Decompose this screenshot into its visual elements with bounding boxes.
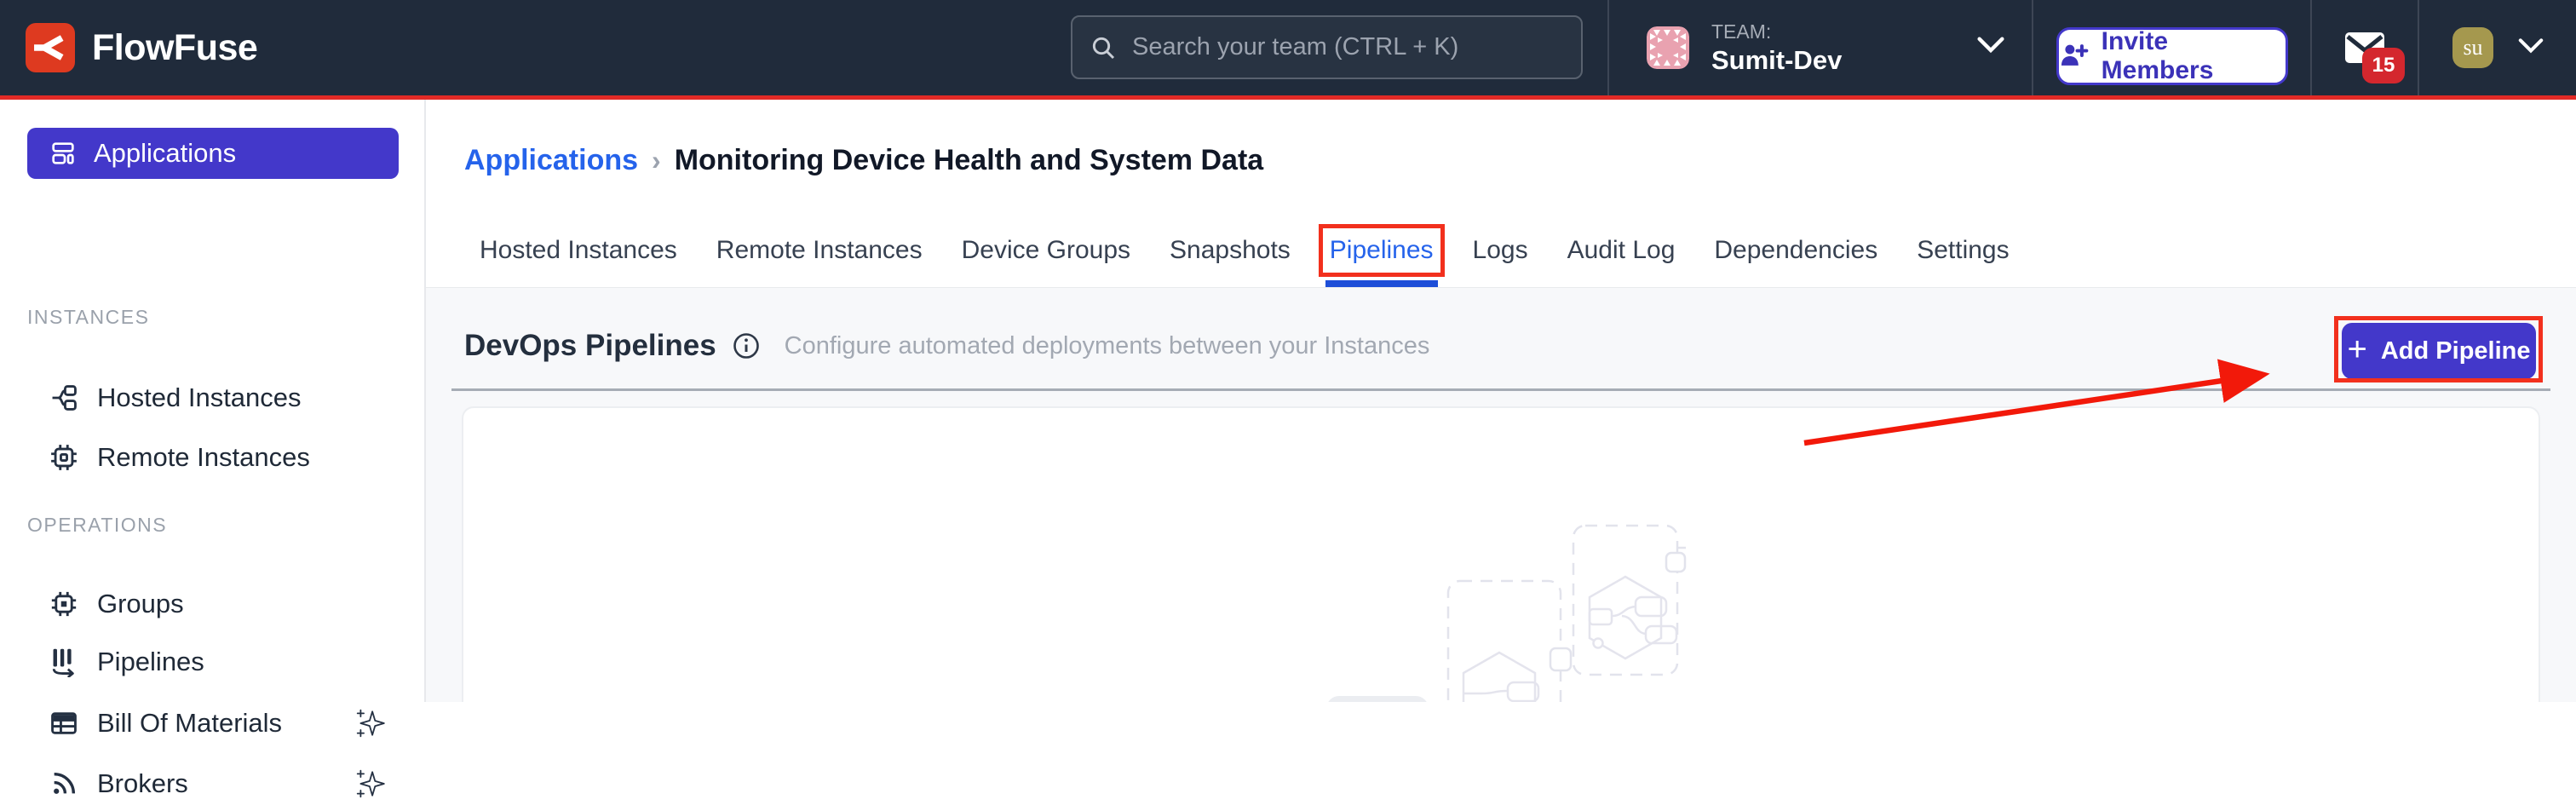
section-divider (451, 388, 2550, 391)
search-input[interactable] (1130, 32, 1564, 62)
nav-divider (2032, 0, 2033, 95)
sidebar-item-pipelines[interactable]: Pipelines (27, 635, 411, 689)
team-chevron-down-icon[interactable] (1976, 36, 2005, 55)
section-subtitle: Configure automated deployments between … (784, 331, 1430, 359)
pipelines-icon (52, 648, 74, 677)
flowfuse-logo-icon (26, 23, 75, 72)
annotation-box-add-pipeline (2334, 316, 2543, 382)
page-title: Monitoring Device Health and System Data (674, 144, 1264, 176)
breadcrumb: Applications › Monitoring Device Health … (464, 144, 1263, 177)
sidebar-item-label: Pipelines (97, 647, 204, 676)
brand[interactable]: FlowFuse (26, 0, 258, 95)
sidebar-item-applications[interactable]: Applications (27, 128, 399, 179)
nav-divider (1607, 0, 1609, 95)
sparkles-icon (356, 769, 385, 798)
breadcrumb-applications-link[interactable]: Applications (464, 144, 638, 177)
pipelines-empty-illustration (1328, 524, 1687, 702)
invite-user-plus-icon (2061, 44, 2089, 66)
user-initials: su (2463, 35, 2483, 60)
tab-remote-instances[interactable]: Remote Instances (716, 236, 923, 265)
invite-members-button[interactable]: Invite Members (2056, 27, 2288, 85)
sidebar-item-groups[interactable]: Groups (27, 577, 411, 631)
tab-logs[interactable]: Logs (1473, 236, 1528, 265)
main-header: Applications › Monitoring Device Health … (426, 100, 2576, 288)
active-tab-underline (1325, 280, 1438, 287)
sparkles-icon (356, 709, 385, 738)
sidebar-item-bill-of-materials[interactable]: Bill Of Materials (27, 696, 411, 751)
sidebar-item-hosted-instances[interactable]: Hosted Instances (27, 371, 411, 425)
info-icon[interactable] (732, 331, 761, 360)
pipelines-section: DevOps Pipelines Configure automated dep… (426, 288, 2576, 702)
tab-pipelines[interactable]: Pipelines (1318, 224, 1445, 287)
sidebar-item-label: Remote Instances (97, 442, 310, 472)
tab-hosted-instances[interactable]: Hosted Instances (480, 236, 677, 265)
search-icon (1092, 37, 1115, 59)
breadcrumb-separator: › (652, 145, 661, 175)
pipelines-empty-panel (462, 406, 2540, 702)
tab-dependencies[interactable]: Dependencies (1714, 236, 1877, 265)
team-search[interactable] (1071, 15, 1583, 79)
top-navbar: FlowFuse TEAM: Sumit-Dev (0, 0, 2576, 95)
invite-members-label: Invite Members (2101, 27, 2214, 84)
sidebar: Applications INSTANCES Hosted Instances … (0, 100, 426, 798)
team-switcher[interactable]: TEAM: Sumit-Dev (1647, 0, 1842, 95)
section-title: DevOps Pipelines (464, 329, 716, 362)
brokers-icon (54, 772, 76, 794)
groups-icon (51, 591, 77, 617)
team-avatar (1647, 26, 1689, 69)
sidebar-item-brokers[interactable]: Brokers (27, 756, 411, 811)
tab-settings[interactable]: Settings (1917, 236, 2009, 265)
bill-of-materials-icon (51, 712, 77, 734)
user-menu-chevron-down-icon[interactable] (2517, 37, 2544, 55)
annotation-box-pipelines-tab (1318, 224, 1445, 277)
tab-device-groups[interactable]: Device Groups (962, 236, 1130, 265)
hosted-instances-icon (52, 385, 77, 411)
notification-count-badge: 15 (2362, 48, 2405, 83)
brand-name: FlowFuse (92, 26, 258, 68)
sidebar-item-label: Hosted Instances (97, 382, 302, 412)
sidebar-section-instances: INSTANCES (27, 306, 150, 328)
team-label: TEAM: (1711, 20, 1772, 43)
application-tabs: Hosted Instances Remote Instances Device… (480, 218, 2010, 287)
tab-audit-log[interactable]: Audit Log (1567, 236, 1676, 265)
remote-instances-icon (51, 445, 77, 470)
applications-icon (52, 142, 74, 164)
user-avatar[interactable]: su (2452, 27, 2493, 68)
nav-divider (2310, 0, 2312, 95)
notifications-button[interactable]: 15 (2345, 32, 2413, 85)
sidebar-item-label: Bill Of Materials (97, 708, 283, 738)
team-name: Sumit-Dev (1711, 44, 1843, 75)
sidebar-item-label: Applications (94, 138, 237, 168)
nav-divider (2418, 0, 2419, 95)
sidebar-item-remote-instances[interactable]: Remote Instances (27, 430, 411, 485)
pipelines-header: DevOps Pipelines Configure automated dep… (464, 329, 1429, 363)
tab-snapshots[interactable]: Snapshots (1170, 236, 1291, 265)
sidebar-item-label: Groups (97, 589, 184, 618)
sidebar-item-label: Brokers (97, 768, 188, 798)
sidebar-section-operations: OPERATIONS (27, 514, 168, 536)
